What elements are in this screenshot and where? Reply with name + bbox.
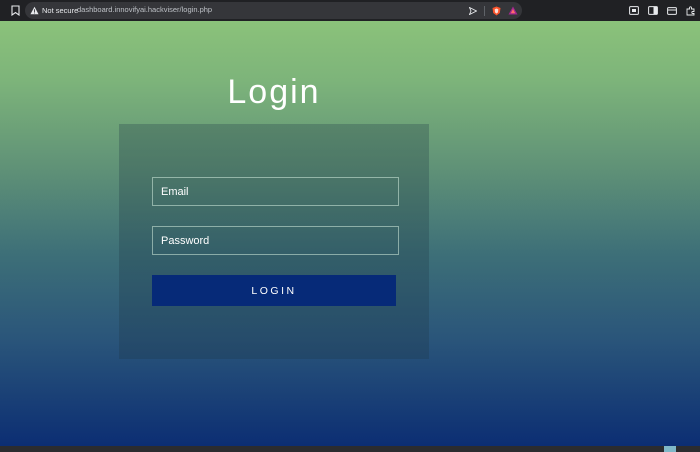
puzzle-icon[interactable] (686, 5, 696, 16)
wallet-icon[interactable] (667, 6, 677, 15)
omnibox-divider (484, 5, 485, 16)
screenshot-icon[interactable] (629, 6, 639, 15)
toolbar-actions (620, 4, 696, 17)
login-button[interactable]: LOGIN (152, 275, 396, 306)
brave-rewards-icon[interactable] (508, 6, 518, 15)
bookmark-icon[interactable] (9, 4, 21, 17)
page-title: Login (227, 72, 321, 111)
tray-app-icon[interactable] (664, 446, 676, 452)
warning-triangle-icon (30, 6, 39, 15)
security-label: Not secure (42, 6, 79, 15)
url-text[interactable]: dashboard.innovifyai.hackviser/login.php (77, 5, 212, 14)
browser-toolbar: Not secure dashboard.innovifyai.hackvise… (0, 0, 700, 21)
security-chip[interactable]: Not secure (30, 4, 78, 17)
login-form-panel: LOGIN (119, 124, 429, 359)
page-viewport: Login LOGIN (0, 21, 700, 446)
brave-shield-icon[interactable] (492, 6, 501, 16)
sidebar-icon[interactable] (648, 6, 658, 15)
email-field[interactable] (152, 177, 399, 206)
omnibox-actions (462, 4, 518, 17)
send-to-device-icon[interactable] (469, 6, 477, 15)
taskbar-strip (0, 446, 700, 452)
address-bar[interactable]: Not secure dashboard.innovifyai.hackvise… (25, 2, 522, 19)
password-field[interactable] (152, 226, 399, 255)
